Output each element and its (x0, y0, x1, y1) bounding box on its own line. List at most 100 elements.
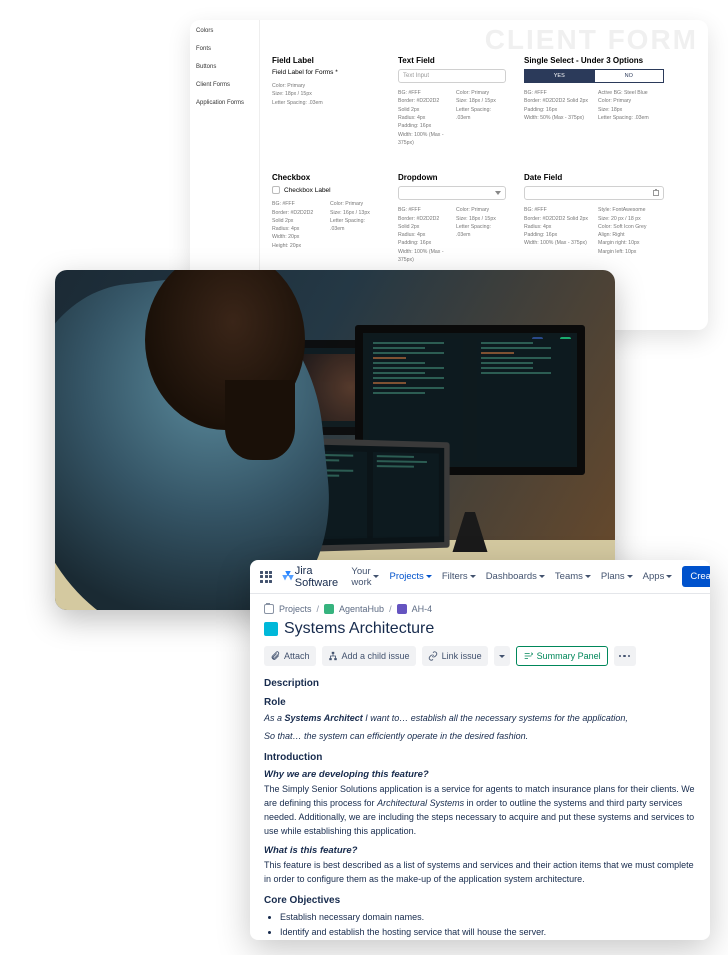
segment-yes[interactable]: YES (524, 69, 595, 83)
objective-item: Identify and establish the hosting servi… (280, 925, 696, 940)
chevron-down-icon (539, 575, 545, 578)
breadcrumb: Projects / AgentaHub / AH-4 (264, 604, 696, 614)
spec-side-item[interactable]: Client Forms (196, 82, 253, 88)
spec-col-title: Dropdown (398, 173, 506, 182)
issue-title-row: Systems Architecture (264, 620, 696, 638)
chevron-down-icon (666, 575, 672, 578)
nav-your-work[interactable]: Your work (351, 566, 379, 588)
chevron-down-icon (373, 575, 379, 578)
why-paragraph: The Simply Senior Solutions application … (264, 783, 696, 839)
spec-meta: Color: Primary Size: 18px / 15px Letter … (456, 89, 506, 147)
primary-nav: Your work Projects Filters Dashboards Te… (351, 566, 672, 588)
link-icon (428, 651, 438, 661)
nav-projects[interactable]: Projects (389, 566, 431, 588)
nav-filters[interactable]: Filters (442, 566, 476, 588)
spec-col-title: Text Field (398, 56, 506, 65)
chevron-down-icon (470, 575, 476, 578)
jira-topbar: Jira Software Your work Projects Filters… (250, 560, 710, 594)
spec-meta: BG: #FFF Border: #D2D2D2 Solid 2px Radiu… (272, 200, 322, 250)
date-input-sample[interactable] (524, 186, 664, 200)
jira-logo[interactable]: Jira Software (282, 565, 341, 589)
attach-button[interactable]: Attach (264, 646, 316, 666)
jira-logo-icon (282, 571, 291, 583)
nav-teams[interactable]: Teams (555, 566, 591, 588)
role-heading: Role (264, 697, 696, 708)
issue-title[interactable]: Systems Architecture (284, 620, 434, 638)
folder-icon (264, 604, 274, 614)
spec-side-item[interactable]: Application Forms (196, 100, 253, 106)
project-avatar-icon (324, 604, 334, 614)
dots-icon (619, 655, 631, 658)
issue-square-icon (264, 622, 278, 636)
spec-meta: Color: Primary Size: 18px / 15px Letter … (272, 82, 380, 107)
spec-date-field: Date Field BG: #FFF Border: #D2D2D2 Soli… (524, 173, 664, 264)
product-name: Jira Software (295, 565, 342, 589)
spec-checkbox: Checkbox Checkbox Label BG: #FFF Border:… (272, 173, 380, 264)
spec-field-value: Field Label for Forms * (272, 69, 380, 76)
spec-watermark: CLIENT FORM (485, 24, 698, 56)
spec-meta: BG: #FFF Border: #D2D2D2 Solid 2px Radiu… (524, 206, 590, 256)
spec-col-title: Field Label (272, 56, 380, 65)
action-label: Attach (284, 651, 310, 661)
chevron-down-icon (499, 655, 505, 658)
spec-side-item[interactable]: Buttons (196, 64, 253, 70)
summary-panel-button[interactable]: Summary Panel (516, 646, 608, 666)
spec-side-item[interactable]: Fonts (196, 46, 253, 52)
chevron-down-icon (426, 575, 432, 578)
dropdown-sample[interactable] (398, 186, 506, 200)
spec-meta: Color: Primary Size: 18px / 15px Letter … (456, 206, 506, 264)
checkbox-label: Checkbox Label (284, 187, 331, 194)
what-subheading: What is this feature? (264, 845, 696, 856)
spec-meta: BG: #FFF Border: #D2D2D2 Solid 2px Paddi… (524, 89, 590, 122)
spec-col-title: Date Field (524, 173, 664, 182)
nav-dashboards[interactable]: Dashboards (486, 566, 545, 588)
spec-meta: Color: Primary Size: 16px / 13px Letter … (330, 200, 380, 250)
link-issue-chevron[interactable] (494, 646, 510, 666)
issue-type-icon (397, 604, 407, 614)
spec-meta: Active BG: Steel Blue Color: Primary Siz… (598, 89, 664, 122)
summary-icon (523, 651, 533, 661)
link-issue-button[interactable]: Link issue (422, 646, 488, 666)
objectives-list: Establish necessary domain names. Identi… (264, 910, 696, 941)
crumb-projects[interactable]: Projects (279, 604, 312, 614)
nav-apps[interactable]: Apps (643, 566, 673, 588)
spec-text-field: Text Field Text Input BG: #FFF Border: #… (398, 56, 506, 147)
action-label: Link issue (442, 651, 482, 661)
crumb-project[interactable]: AgentaHub (339, 604, 384, 614)
spec-meta: BG: #FFF Border: #D2D2D2 Solid 2px Radiu… (398, 89, 448, 147)
hierarchy-icon (328, 651, 338, 661)
spec-field-label: Field Label Field Label for Forms * Colo… (272, 56, 380, 147)
chevron-down-icon (627, 575, 633, 578)
spec-dropdown: Dropdown BG: #FFF Border: #D2D2D2 Solid … (398, 173, 506, 264)
create-button[interactable]: Create (682, 566, 710, 587)
segment-no[interactable]: NO (595, 69, 665, 83)
core-objectives-heading: Core Objectives (264, 895, 696, 906)
what-paragraph: This feature is best described as a list… (264, 859, 696, 887)
crumb-issue-key[interactable]: AH-4 (412, 604, 433, 614)
jira-window: Jira Software Your work Projects Filters… (250, 560, 710, 940)
calendar-icon (653, 190, 659, 196)
so-that-line: So that… the system can efficiently oper… (264, 730, 696, 744)
spec-meta: BG: #FFF Border: #D2D2D2 Solid 2px Radiu… (398, 206, 448, 264)
role-line: As a Systems Architect I want to… establ… (264, 712, 696, 726)
checkbox-icon (272, 186, 280, 194)
spec-col-title: Checkbox (272, 173, 380, 182)
why-subheading: Why we are developing this feature? (264, 769, 696, 780)
segmented-control[interactable]: YES NO (524, 69, 664, 83)
app-switcher-icon[interactable] (260, 571, 272, 583)
spec-side-item[interactable]: Colors (196, 28, 253, 34)
more-actions-button[interactable] (614, 646, 636, 666)
action-label: Add a child issue (342, 651, 410, 661)
hero-photo: ▭ ▭ (55, 270, 615, 610)
chevron-down-icon (585, 575, 591, 578)
spec-meta: Style: FontAwesome Size: 20 px / 18 px C… (598, 206, 664, 256)
checkbox-sample[interactable]: Checkbox Label (272, 186, 380, 194)
spec-col-title: Single Select - Under 3 Options (524, 56, 664, 65)
add-child-button[interactable]: Add a child issue (322, 646, 416, 666)
paperclip-icon (270, 651, 280, 661)
action-label: Summary Panel (537, 651, 601, 661)
text-input-sample[interactable]: Text Input (398, 69, 506, 83)
description-heading: Description (264, 678, 696, 689)
chevron-down-icon (495, 191, 501, 195)
nav-plans[interactable]: Plans (601, 566, 633, 588)
